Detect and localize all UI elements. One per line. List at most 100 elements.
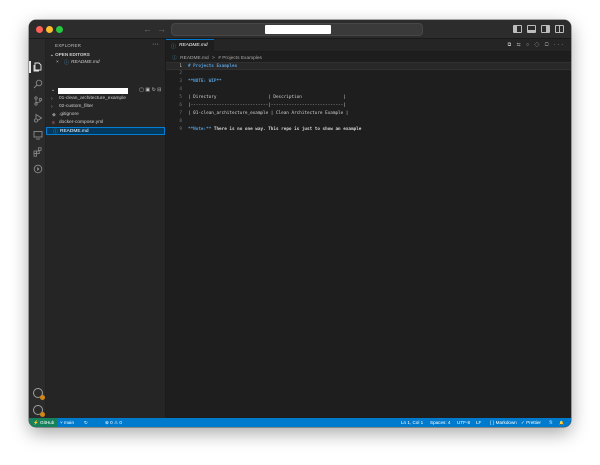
- redacted-workspace-name: [265, 25, 331, 34]
- toggle-secondary-sidebar-icon[interactable]: [541, 25, 550, 33]
- explorer-actions-icons[interactable]: ▢▣↻⊟: [139, 87, 163, 93]
- prettier-status[interactable]: ✓ Prettier: [521, 418, 541, 427]
- code-line[interactable]: 3 **NOTE: WIP**: [166, 78, 571, 86]
- open-editor-item[interactable]: × ⓘ README.md: [46, 59, 165, 67]
- editor-actions-icons[interactable]: ⧉ ⇆ ○ ◇ ▢ ···: [508, 42, 565, 48]
- breadcrumb: ⓘ README.md > # Projects Examples: [172, 54, 264, 61]
- code-line[interactable]: 5 | Directory | Description |: [166, 94, 571, 102]
- title-bar: ← →: [29, 20, 571, 39]
- branch-indicator[interactable]: ⑂ main: [60, 418, 74, 427]
- code-line[interactable]: 8: [166, 118, 571, 126]
- bold-marker: **Note:**: [188, 127, 212, 132]
- tree-item-folder[interactable]: › 01-clean_architecture_example: [46, 95, 165, 103]
- tree-item-folder[interactable]: › 02-custom_filter: [46, 103, 165, 111]
- tree-item-label: .gitignore: [59, 112, 79, 117]
- extensions-icon[interactable]: [33, 147, 43, 157]
- manage-gear-icon[interactable]: [33, 405, 45, 417]
- indentation[interactable]: Spaces: 4: [430, 418, 450, 427]
- info-file-icon: ⓘ: [64, 60, 70, 66]
- line-text: **Note:** There is no one way. This repo…: [188, 126, 361, 134]
- chevron-right-icon: ›: [51, 96, 53, 102]
- branch-label: main: [64, 420, 75, 425]
- gitignore-file-icon: ◆: [52, 112, 56, 118]
- line-number: 8: [179, 119, 182, 124]
- notifications-bell-icon[interactable]: 🔔: [559, 418, 564, 427]
- editor-area: ⓘ README.md ⧉ ⇆ ○ ◇ ▢ ··· ⓘ README.md > …: [166, 39, 571, 418]
- customize-layout-icon[interactable]: [555, 25, 564, 33]
- tab-bar: ⓘ README.md ⧉ ⇆ ○ ◇ ▢ ···: [166, 39, 571, 52]
- command-center-search[interactable]: [171, 23, 423, 36]
- tree-item-label: README.md: [60, 129, 89, 134]
- info-file-icon: ⓘ: [171, 44, 177, 50]
- line-number: 6: [179, 103, 182, 108]
- line-text: |------------------------------|--------…: [188, 103, 346, 108]
- line-number: 3: [179, 79, 182, 84]
- line-number: 2: [179, 71, 182, 76]
- breadcrumb-symbol[interactable]: # Projects Examples: [218, 56, 262, 61]
- open-editor-label: README.md: [71, 60, 100, 65]
- code-line[interactable]: 4: [166, 86, 571, 94]
- line-number: 4: [179, 87, 182, 92]
- explorer-files-icon[interactable]: [33, 62, 43, 72]
- encoding[interactable]: UTF-8: [457, 418, 470, 427]
- info-file-icon: ⓘ: [172, 56, 177, 61]
- workspace-folder-header[interactable]: ⌄ ▢▣↻⊟: [46, 87, 165, 95]
- zoom-window-button[interactable]: [56, 26, 63, 33]
- open-editors-section[interactable]: ⌄ OPEN EDITORS: [50, 52, 90, 58]
- line-number: 7: [179, 111, 182, 116]
- language-mode[interactable]: { } Markdown: [490, 418, 517, 427]
- line-text: **NOTE: WIP**: [188, 79, 222, 84]
- breadcrumb-file[interactable]: README.md: [180, 56, 209, 61]
- note-text: There is no one way. This repo is just t…: [211, 127, 362, 132]
- code-editor[interactable]: 1 # Projects Examples 2 3 **NOTE: WIP** 4 …: [166, 62, 571, 134]
- line-text: | 01-clean_architecture_example | Clean …: [188, 111, 349, 116]
- tree-item-file[interactable]: ≡ docker-compose.yml: [46, 119, 165, 127]
- chevron-right-icon: ›: [51, 104, 53, 110]
- tree-item-file-selected[interactable]: ⓘ README.md: [46, 127, 165, 135]
- yaml-file-icon: ≡: [52, 120, 55, 126]
- chevron-down-icon: ⌄: [51, 87, 56, 93]
- tree-item-label: docker-compose.yml: [59, 120, 104, 125]
- back-arrow-icon[interactable]: ←: [143, 24, 152, 34]
- tree-item-label: 02-custom_filter: [59, 104, 94, 109]
- close-icon[interactable]: ×: [56, 59, 59, 67]
- line-number: 5: [179, 95, 182, 100]
- tab-label: README.md: [179, 43, 208, 48]
- code-line[interactable]: 1 # Projects Examples: [166, 62, 571, 70]
- info-file-icon: ⓘ: [53, 129, 59, 135]
- tree-item-label: 01-clean_architecture_example: [59, 96, 126, 101]
- source-control-icon[interactable]: [33, 96, 43, 106]
- timeline-history-icon[interactable]: [33, 164, 43, 174]
- explorer-sidebar: EXPLORER ··· ⌄ OPEN EDITORS × ⓘ README.m…: [46, 39, 166, 418]
- more-actions-icon[interactable]: ···: [152, 41, 159, 48]
- tab-readme[interactable]: ⓘ README.md: [166, 39, 214, 52]
- feedback-icon[interactable]: ℛ: [549, 418, 553, 427]
- line-number: 9: [179, 127, 182, 132]
- toggle-primary-sidebar-icon[interactable]: [513, 25, 522, 33]
- cursor-position[interactable]: Ln 1, Col 1: [401, 418, 423, 427]
- line-text: | Directory | Description |: [188, 95, 346, 100]
- activity-bar: [29, 39, 46, 418]
- remote-indicator[interactable]: ⚡ GitHub: [29, 418, 59, 427]
- search-icon[interactable]: [33, 79, 43, 89]
- accounts-icon[interactable]: [33, 388, 45, 400]
- problems-indicator[interactable]: ⊗ 0 ⚠ 0: [105, 418, 122, 427]
- code-line[interactable]: 9 **Note:** There is no one way. This rep…: [166, 126, 571, 134]
- tree-item-file[interactable]: ◆ .gitignore: [46, 111, 165, 119]
- active-view-indicator: [29, 61, 31, 73]
- end-of-line[interactable]: LF: [476, 418, 481, 427]
- sync-icon[interactable]: ↻: [84, 418, 88, 427]
- vscode-window: ← → EXPLORER ··· ⌄ OPEN EDITORS × ⓘ READ…: [29, 20, 571, 427]
- code-line[interactable]: 6 |------------------------------|-------…: [166, 102, 571, 110]
- code-line[interactable]: 2: [166, 70, 571, 78]
- remote-explorer-icon[interactable]: [33, 130, 43, 140]
- code-line[interactable]: 7 | 01-clean_architecture_example | Clean…: [166, 110, 571, 118]
- breadcrumb-separator: >: [212, 56, 215, 61]
- minimize-window-button[interactable]: [46, 26, 53, 33]
- close-window-button[interactable]: [36, 26, 43, 33]
- run-and-debug-icon[interactable]: [33, 113, 43, 123]
- toggle-panel-icon[interactable]: [527, 25, 536, 33]
- status-bar: ⚡ GitHub ⑂ main ↻ ⊗ 0 ⚠ 0 Ln 1, Col 1 Sp…: [29, 418, 571, 427]
- forward-arrow-icon[interactable]: →: [157, 24, 166, 34]
- open-editors-label: OPEN EDITORS: [55, 52, 90, 57]
